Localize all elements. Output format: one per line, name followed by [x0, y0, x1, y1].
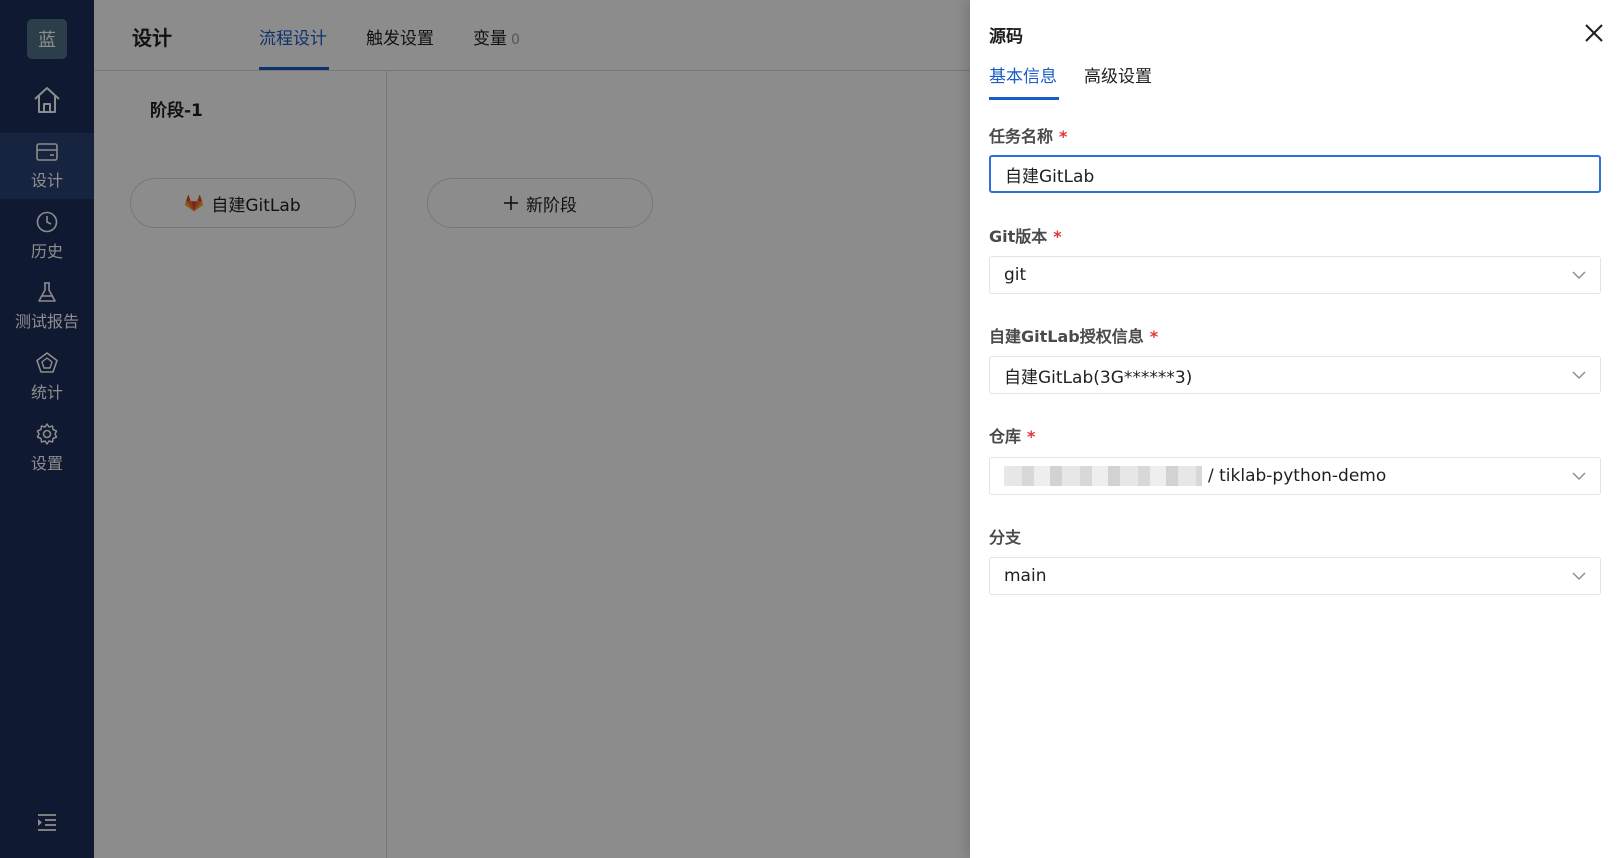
repo-value: / tiklab-python-demo: [1208, 466, 1387, 486]
required-mark: *: [1027, 427, 1036, 446]
tab-basic-info[interactable]: 基本信息: [989, 62, 1057, 87]
task-name-label: 任务名称 *: [989, 123, 1067, 147]
drawer-title: 源码: [989, 27, 1023, 47]
auth-label-text: 自建GitLab授权信息: [989, 327, 1144, 346]
repo-label-text: 仓库: [989, 427, 1022, 446]
git-version-label-text: Git版本: [989, 227, 1048, 246]
auth-label: 自建GitLab授权信息 *: [989, 323, 1158, 347]
required-mark: *: [1059, 127, 1068, 146]
task-name-field[interactable]: [989, 155, 1601, 193]
chevron-down-icon: [1572, 271, 1586, 279]
modal-mask[interactable]: [0, 0, 970, 858]
auth-value: 自建GitLab(3G******3): [1004, 367, 1193, 388]
chevron-down-icon: [1572, 572, 1586, 580]
repo-label: 仓库 *: [989, 423, 1035, 447]
git-version-label: Git版本 *: [989, 223, 1062, 247]
branch-select[interactable]: main: [989, 557, 1601, 595]
chevron-down-icon: [1572, 371, 1586, 379]
repo-select[interactable]: / tiklab-python-demo: [989, 457, 1601, 495]
drawer-tab-indicator: [989, 97, 1059, 100]
close-icon[interactable]: [1581, 20, 1607, 46]
git-version-value: git: [1004, 265, 1027, 285]
required-mark: *: [1053, 227, 1062, 246]
redacted-namespace: [1004, 466, 1202, 486]
tab-advanced-settings[interactable]: 高级设置: [1084, 62, 1152, 87]
chevron-down-icon: [1572, 472, 1586, 480]
source-drawer: 源码 基本信息 高级设置 任务名称 * Git版本 * git 自建GitLab授权…: [970, 0, 1620, 858]
task-name-label-text: 任务名称: [989, 127, 1054, 146]
auth-select[interactable]: 自建GitLab(3G******3): [989, 356, 1601, 394]
git-version-select[interactable]: git: [989, 256, 1601, 294]
branch-value: main: [1004, 566, 1047, 586]
required-mark: *: [1149, 327, 1159, 346]
branch-label: 分支: [989, 524, 1021, 548]
branch-label-text: 分支: [989, 528, 1022, 547]
task-name-input[interactable]: [1005, 164, 1565, 184]
